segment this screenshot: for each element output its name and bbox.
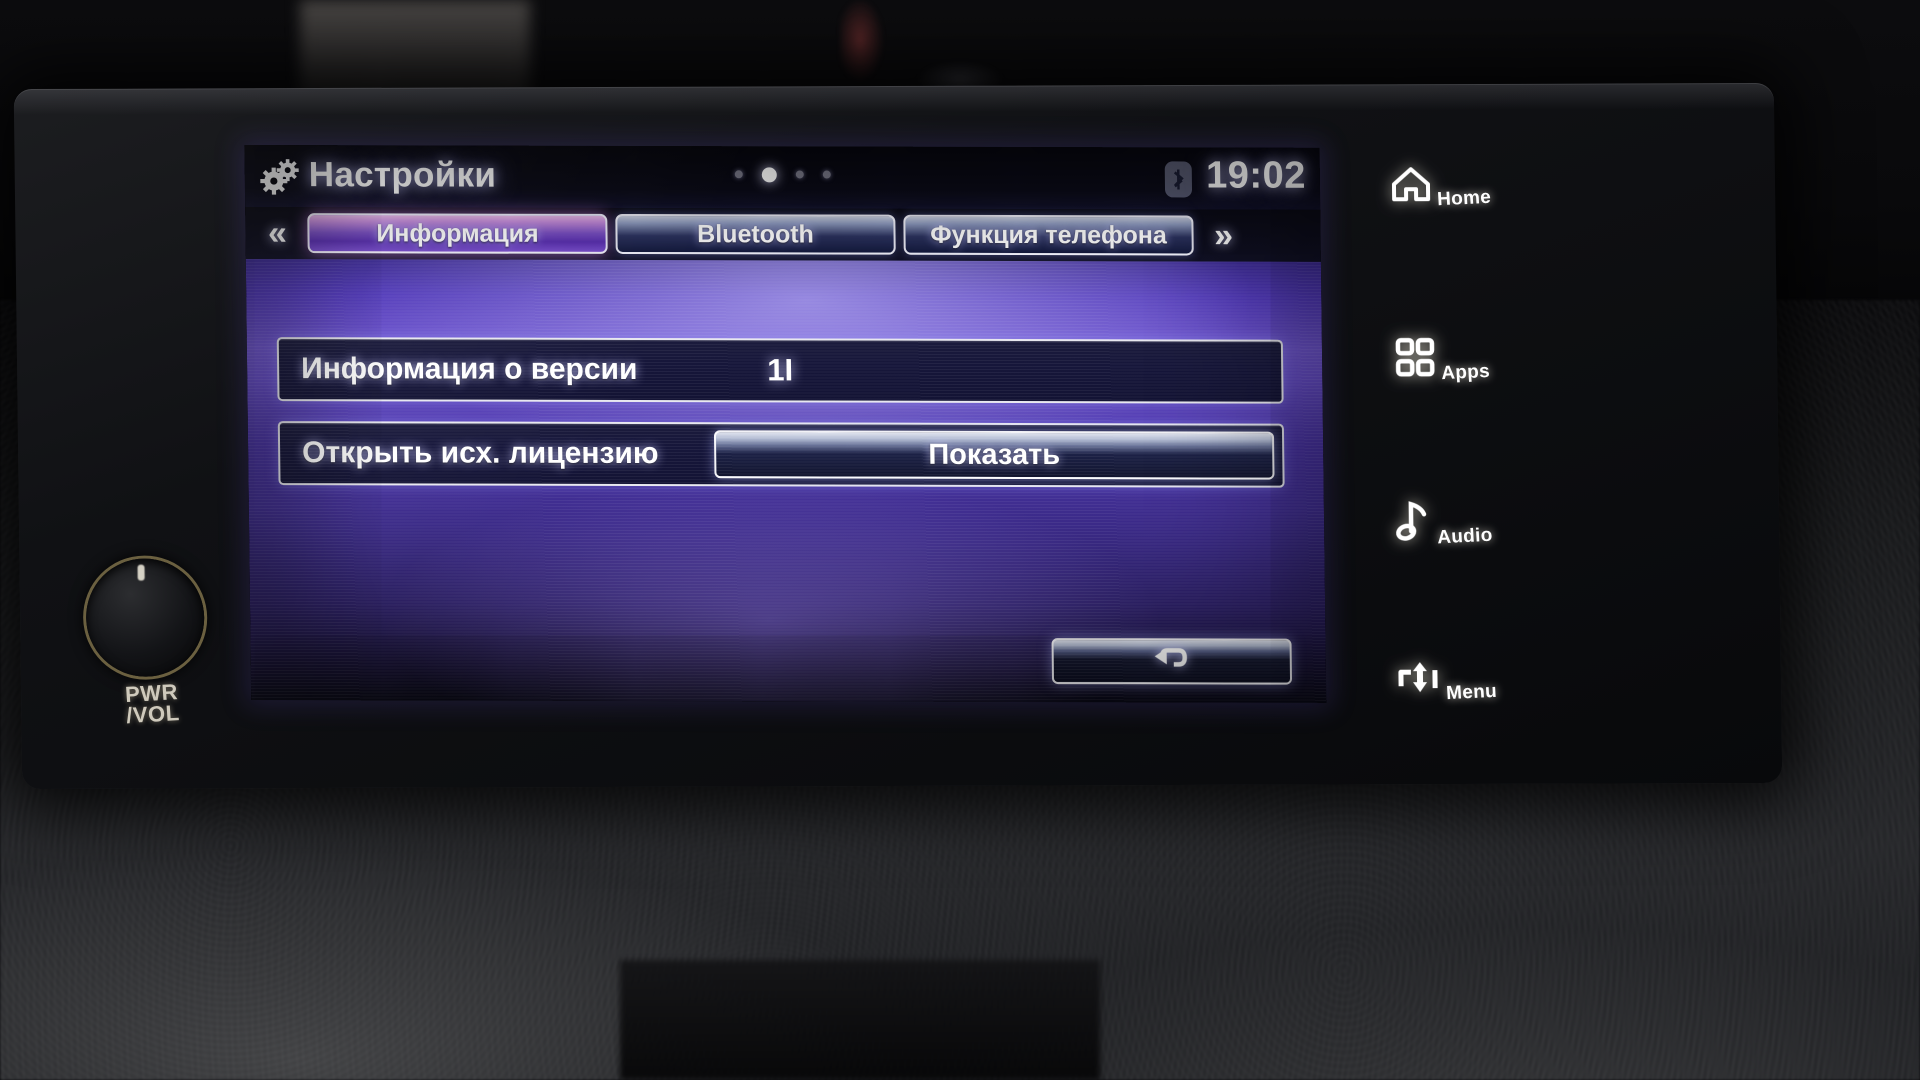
row-open-source-license[interactable]: Открыть исх. лицензию Показать	[277, 421, 1285, 488]
knob-indicator-mark	[137, 564, 145, 581]
tab-next-arrow[interactable]: »	[1197, 213, 1250, 257]
hard-key-audio[interactable]: Audio	[1359, 498, 1530, 549]
tab-label: Bluetooth	[697, 219, 815, 248]
clock: 19:02	[1205, 154, 1307, 197]
tab-prev-arrow[interactable]: «	[251, 211, 304, 255]
hard-key-column: Home Apps Audio Menu	[1354, 146, 1531, 727]
knob-label: PWR /VOL	[96, 679, 208, 728]
tab-label: Информация	[376, 218, 539, 248]
power-volume-knob[interactable]: PWR /VOL	[85, 558, 217, 738]
hard-key-label: Audio	[1436, 524, 1493, 549]
knob-dial[interactable]	[85, 558, 205, 677]
status-bar: Настройки 19:02	[244, 145, 1321, 210]
show-license-button-label: Показать	[928, 438, 1061, 471]
back-arrow-icon	[1149, 644, 1195, 679]
page-dot	[822, 170, 831, 179]
hard-key-menu[interactable]: Menu	[1361, 658, 1532, 705]
row-version-info[interactable]: Информация о версии 1I	[276, 337, 1284, 404]
content-area: Информация о версии 1I Открыть исх. лице…	[245, 258, 1327, 703]
head-unit-body: PWR /VOL Настройки 19:02 « Информация Bl…	[13, 82, 1783, 790]
hard-key-apps[interactable]: Apps	[1357, 336, 1528, 385]
unit-stand-shadow	[620, 960, 1100, 1080]
tab-label: Функция телефона	[930, 220, 1168, 249]
page-dot	[734, 170, 743, 179]
row-label: Открыть исх. лицензию	[301, 436, 659, 471]
bluetooth-icon	[1164, 161, 1193, 198]
back-button[interactable]	[1051, 638, 1293, 685]
hard-key-label: Home	[1436, 186, 1492, 211]
page-dot-active	[761, 167, 777, 183]
hard-key-label: Menu	[1445, 680, 1498, 705]
tab-bluetooth[interactable]: Bluetooth	[615, 213, 896, 255]
tab-phone-function[interactable]: Функция телефона	[903, 214, 1194, 256]
lcd-screen: Настройки 19:02 « Информация Bluetooth Ф…	[244, 145, 1327, 703]
hard-key-label: Apps	[1440, 360, 1491, 385]
tab-informaciya[interactable]: Информация	[307, 213, 608, 254]
hard-key-home[interactable]: Home	[1355, 164, 1526, 211]
row-label: Информация о версии	[300, 352, 638, 387]
photo-scene: PWR /VOL Настройки 19:02 « Информация Bl…	[0, 0, 1920, 1080]
page-dot	[795, 170, 804, 179]
show-license-button[interactable]: Показать	[713, 430, 1275, 480]
tab-bar: « Информация Bluetooth Функция телефона …	[245, 207, 1321, 262]
